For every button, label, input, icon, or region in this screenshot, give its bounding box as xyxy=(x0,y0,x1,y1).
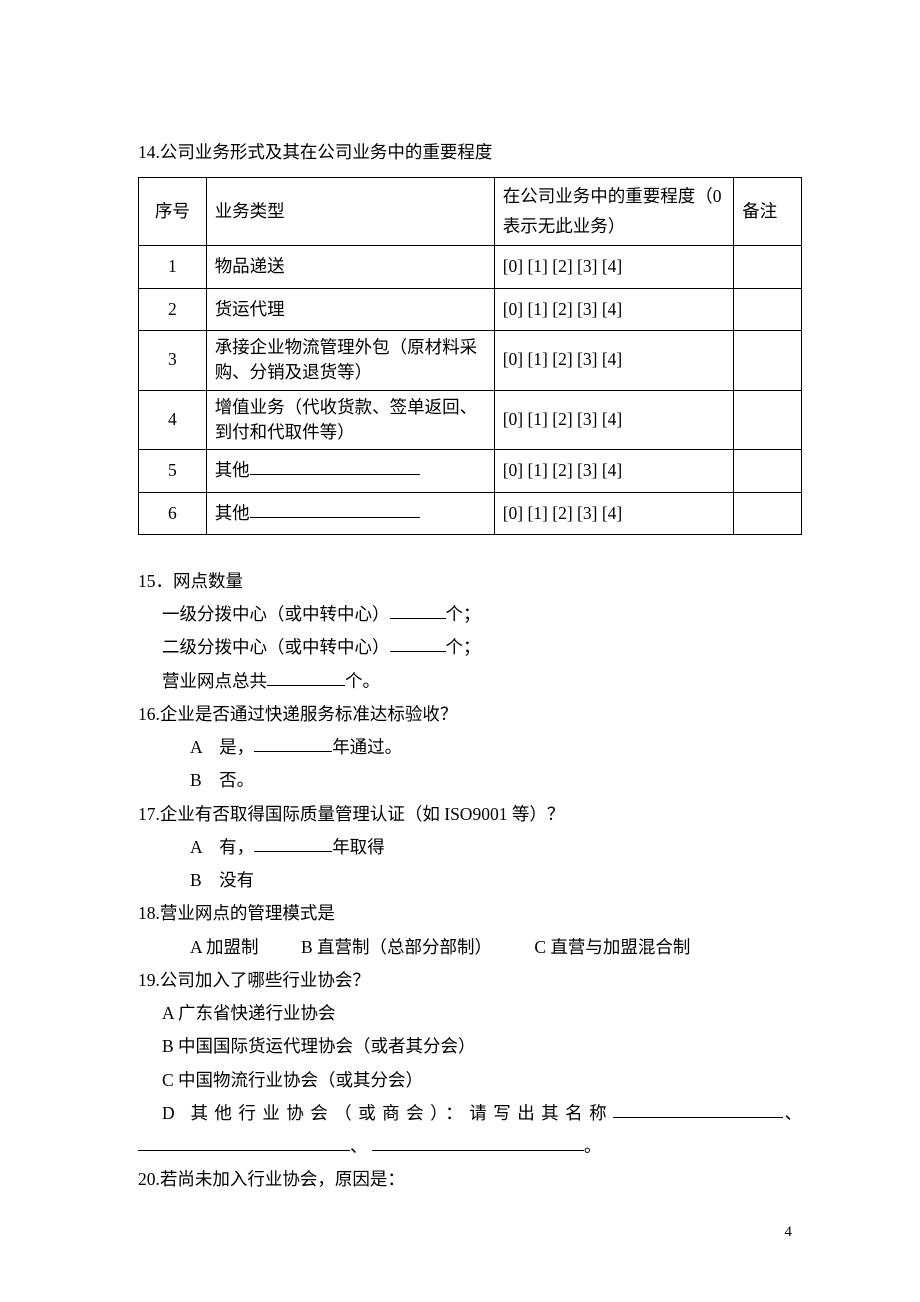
row2-note[interactable] xyxy=(734,288,802,330)
row1-seq: 1 xyxy=(139,246,207,288)
q14-title: 14.公司业务形式及其在公司业务中的重要程度 xyxy=(138,136,802,169)
row3-seq: 3 xyxy=(139,330,207,390)
q16-title: 16.企业是否通过快递服务标准达标验收？ xyxy=(138,698,802,731)
q18-optA[interactable]: A 加盟制 xyxy=(190,931,259,964)
q18-optB[interactable]: B 直营制（总部分部制） xyxy=(301,931,492,964)
row4-note[interactable] xyxy=(734,390,802,450)
q17-optB[interactable]: B 没有 xyxy=(138,864,802,897)
q15-line2: 二级分拨中心（或中转中心）个； xyxy=(138,631,802,664)
row5-scale[interactable]: [0] [1] [2] [3] [4] xyxy=(494,450,734,492)
row3-type: 承接企业物流管理外包（原材料采购、分销及退货等） xyxy=(206,330,494,390)
row2-scale[interactable]: [0] [1] [2] [3] [4] xyxy=(494,288,734,330)
q16-optA[interactable]: A 是，年通过。 xyxy=(138,731,802,764)
row1-type: 物品递送 xyxy=(206,246,494,288)
row5-type: 其他 xyxy=(206,450,494,492)
q19-other2-input[interactable] xyxy=(138,1133,350,1152)
q15-title: 15．网点数量 xyxy=(138,565,802,598)
page-number: 4 xyxy=(785,1218,793,1247)
q19-optD-cont: 、 。 xyxy=(138,1130,802,1163)
q15-line1: 一级分拨中心（或中转中心）个； xyxy=(138,598,802,631)
q15-level1-input[interactable] xyxy=(390,601,446,620)
row3-note[interactable] xyxy=(734,330,802,390)
row5-seq: 5 xyxy=(139,450,207,492)
q19-optA[interactable]: A 广东省快递行业协会 xyxy=(138,997,802,1030)
q15-total-input[interactable] xyxy=(267,667,345,686)
q20-title: 20.若尚未加入行业协会，原因是： xyxy=(138,1163,802,1196)
row5-other-input[interactable] xyxy=(250,457,420,476)
q15-level2-input[interactable] xyxy=(390,634,446,653)
row6-scale[interactable]: [0] [1] [2] [3] [4] xyxy=(494,492,734,534)
row3-scale[interactable]: [0] [1] [2] [3] [4] xyxy=(494,330,734,390)
row6-other-input[interactable] xyxy=(250,499,420,518)
q18-title: 18.营业网点的管理模式是 xyxy=(138,897,802,930)
q19-optC[interactable]: C 中国物流行业协会（或其分会） xyxy=(138,1064,802,1097)
q16-year-input[interactable] xyxy=(254,734,332,753)
row2-seq: 2 xyxy=(139,288,207,330)
row4-seq: 4 xyxy=(139,390,207,450)
row6-seq: 6 xyxy=(139,492,207,534)
q17-optA[interactable]: A 有，年取得 xyxy=(138,831,802,864)
th-note: 备注 xyxy=(734,177,802,246)
row5-note[interactable] xyxy=(734,450,802,492)
q14-table: 序号 业务类型 在公司业务中的重要程度（0 表示无此业务） 备注 1 物品递送 … xyxy=(138,177,802,535)
q19-optD[interactable]: D 其他行业协会（或商会）：请写出其名称、 xyxy=(138,1097,802,1130)
row1-scale[interactable]: [0] [1] [2] [3] [4] xyxy=(494,246,734,288)
q19-other3-input[interactable] xyxy=(372,1133,584,1152)
row4-type: 增值业务（代收货款、签单返回、到付和代取件等） xyxy=(206,390,494,450)
row6-type: 其他 xyxy=(206,492,494,534)
q18-optC[interactable]: C 直营与加盟混合制 xyxy=(534,931,690,964)
q19-optB[interactable]: B 中国国际货运代理协会（或者其分会） xyxy=(138,1030,802,1063)
th-importance: 在公司业务中的重要程度（0 表示无此业务） xyxy=(494,177,734,246)
q15-line3: 营业网点总共个。 xyxy=(138,665,802,698)
q16-optB[interactable]: B 否。 xyxy=(138,764,802,797)
row1-note[interactable] xyxy=(734,246,802,288)
q19-title: 19.公司加入了哪些行业协会？ xyxy=(138,964,802,997)
row2-type: 货运代理 xyxy=(206,288,494,330)
th-type: 业务类型 xyxy=(206,177,494,246)
q17-title: 17.企业有否取得国际质量管理认证（如 ISO9001 等）？ xyxy=(138,798,802,831)
th-seq: 序号 xyxy=(139,177,207,246)
q17-year-input[interactable] xyxy=(254,833,332,852)
q19-other1-input[interactable] xyxy=(613,1099,783,1118)
row4-scale[interactable]: [0] [1] [2] [3] [4] xyxy=(494,390,734,450)
row6-note[interactable] xyxy=(734,492,802,534)
